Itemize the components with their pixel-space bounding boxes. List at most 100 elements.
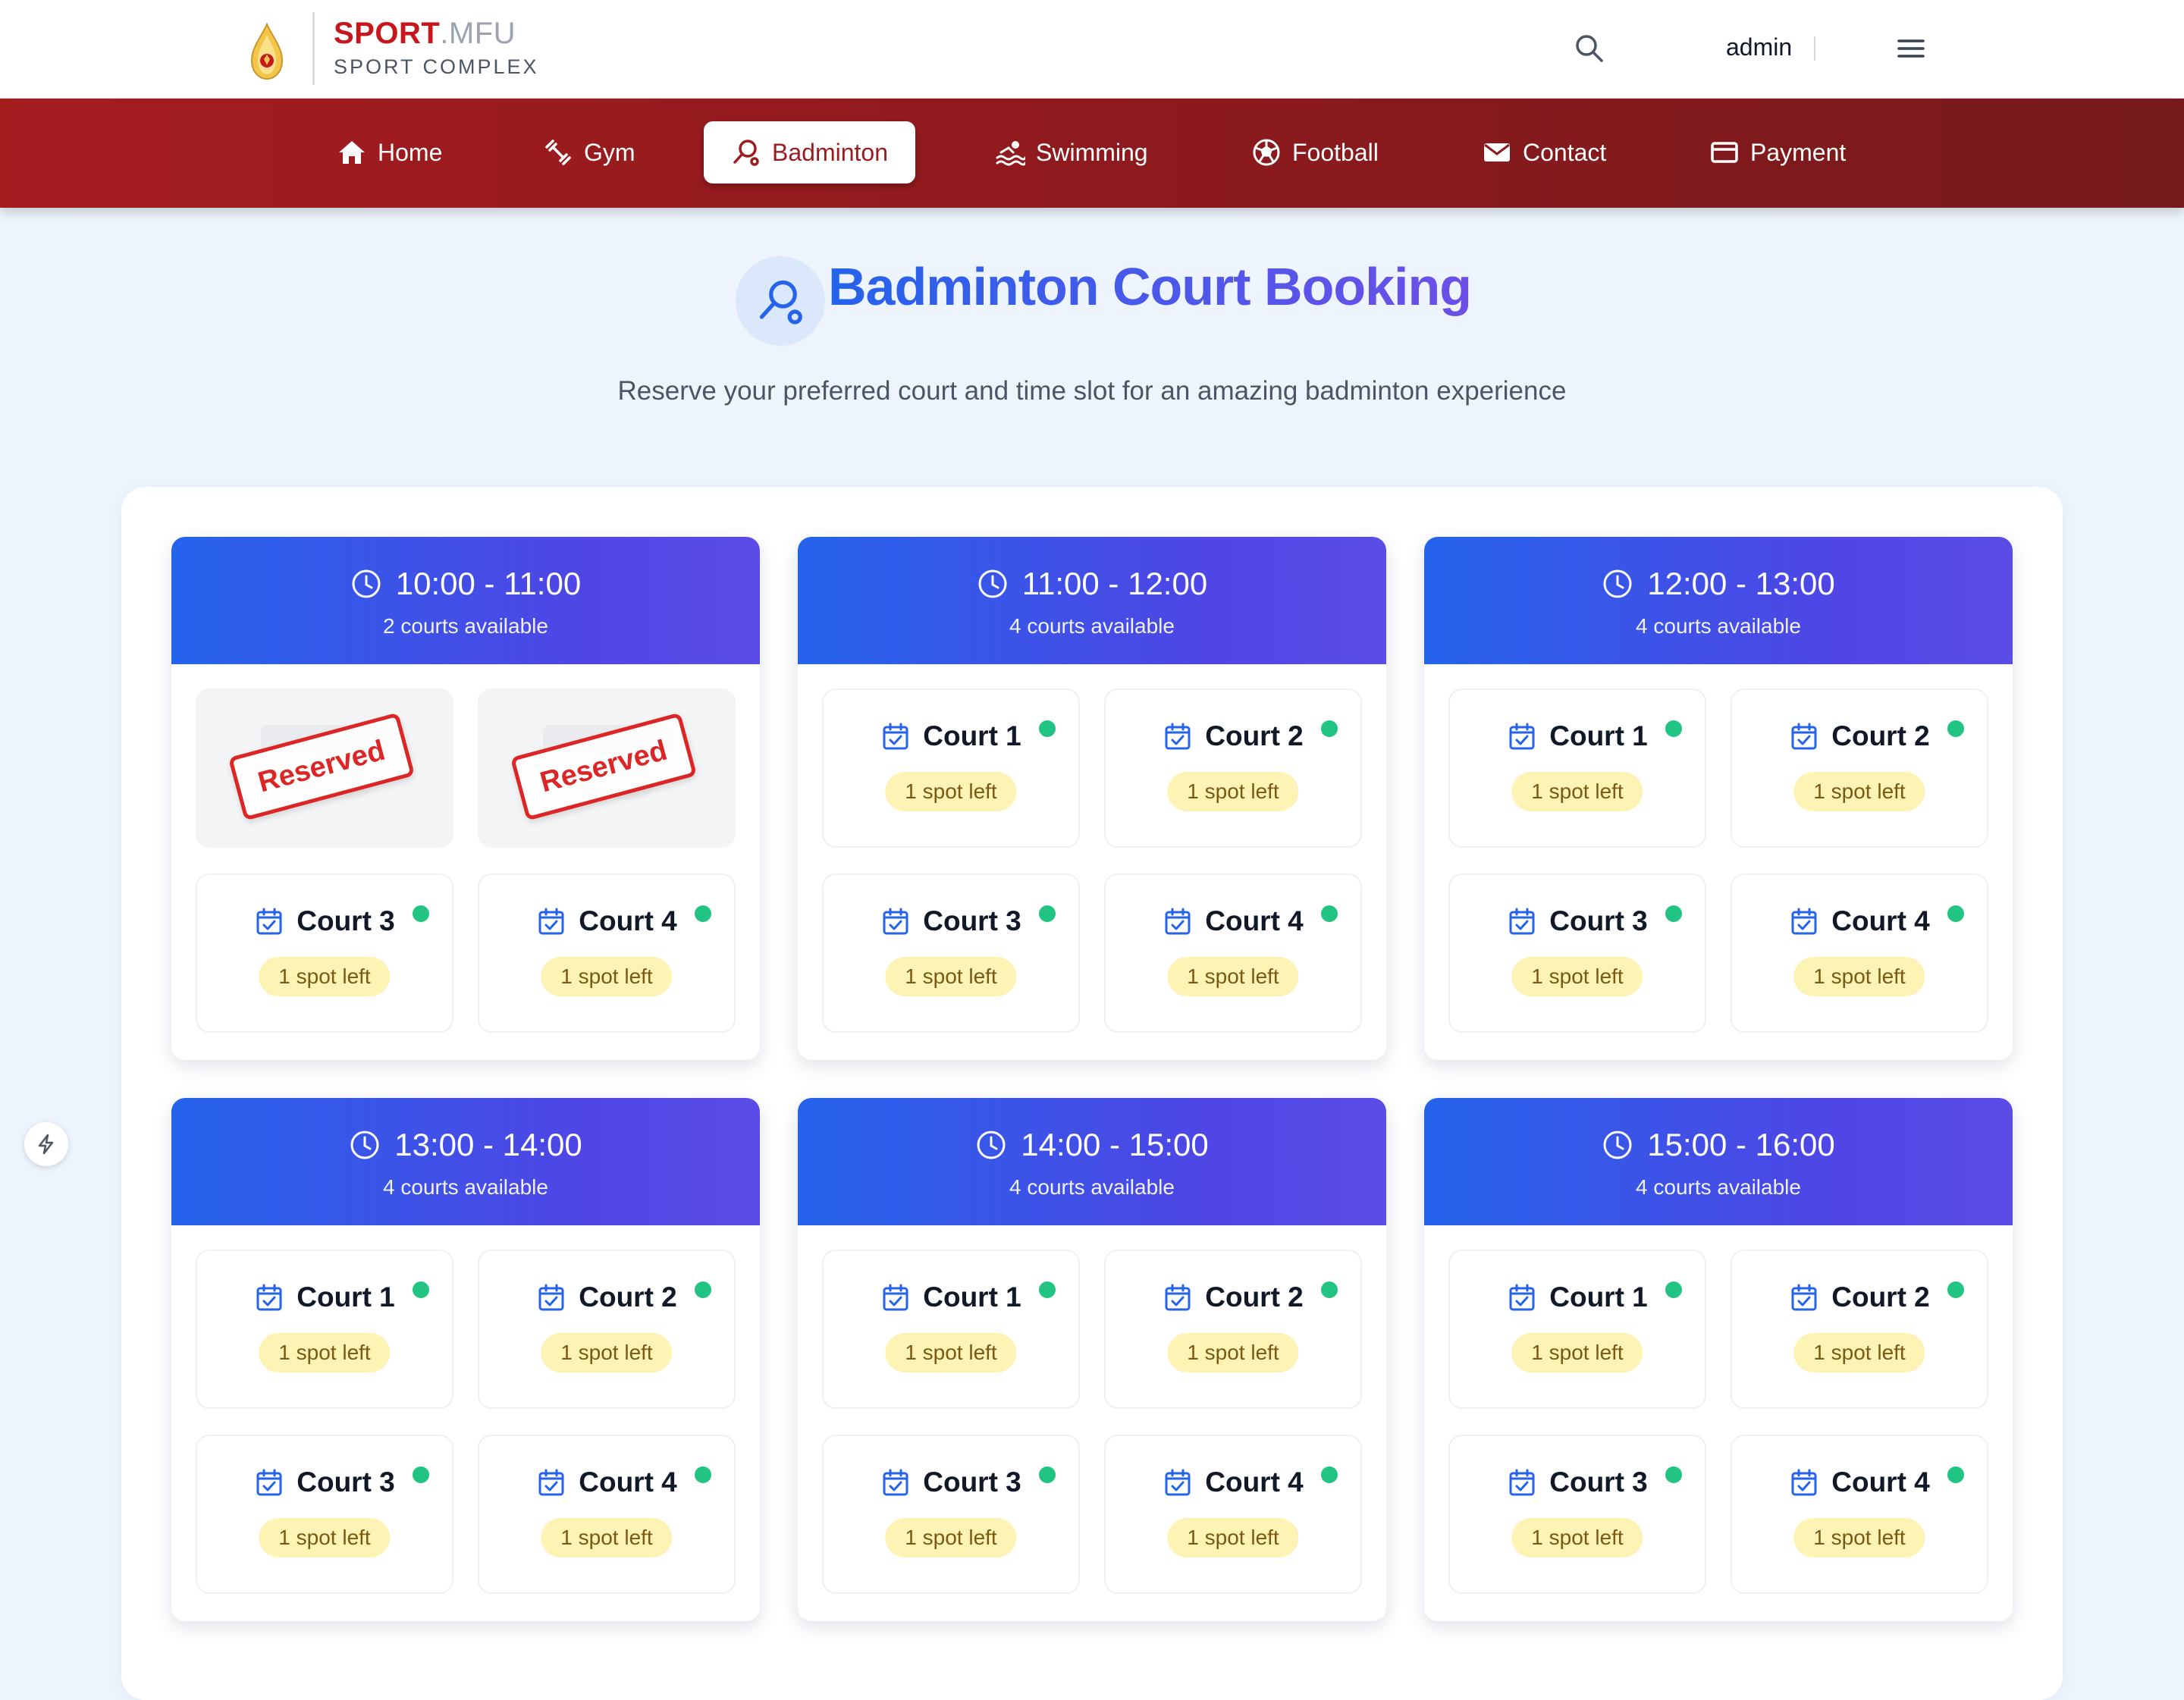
availability-dot	[413, 1466, 429, 1483]
availability-dot	[1665, 720, 1682, 737]
court-tile[interactable]: Court 3 1 spot left	[1448, 874, 1706, 1033]
court-tile[interactable]: Court 1 1 spot left	[1448, 688, 1706, 848]
home-icon	[339, 141, 365, 164]
time-slot-card: 15:00 - 16:00 4 courts available Court 1 1 …	[1424, 1098, 2013, 1621]
university-emblem-icon[interactable]	[246, 21, 288, 82]
court-tile[interactable]: Court 1 1 spot left	[822, 688, 1080, 848]
court-tile[interactable]: Court 3 1 spot left	[822, 1435, 1080, 1594]
calendar-check-icon	[256, 1284, 282, 1311]
spots-left-badge: 1 spot left	[259, 957, 391, 996]
nav-badminton-label: Badminton	[772, 138, 888, 166]
availability-dot	[1947, 720, 1964, 737]
spots-left-badge: 1 spot left	[1167, 1333, 1299, 1372]
courts-available-count: 4 courts available	[1009, 1175, 1175, 1199]
court-tile[interactable]: Court 4 1 spot left	[1731, 874, 1988, 1033]
court-name: Court 4	[579, 905, 677, 936]
clock-icon	[1603, 1131, 1632, 1159]
time-slot-card: 13:00 - 14:00 4 courts available Court 1 1 …	[171, 1098, 760, 1621]
court-name: Court 3	[1549, 905, 1648, 936]
availability-dot	[1039, 1466, 1056, 1483]
brand[interactable]: SPORT.MFU SPORT COMPLEX	[334, 17, 539, 79]
clock-icon	[1603, 569, 1632, 598]
spots-left-badge: 1 spot left	[885, 957, 1017, 996]
court-tile[interactable]: Court 1 1 spot left	[822, 1250, 1080, 1409]
search-icon[interactable]	[1571, 30, 1608, 67]
court-grid: Court 11 spot left Court 21 spot left Cour…	[798, 1225, 1386, 1621]
court-grid: Court 11 spot left Court 21 spot left Cour…	[798, 664, 1386, 1060]
court-name: Court 2	[1831, 720, 1930, 751]
nav-payment[interactable]: Payment	[1682, 121, 1873, 183]
nav-swimming-label: Swimming	[1036, 138, 1148, 166]
main-navigation: Home Gym Badminton Swimming Football Con…	[0, 99, 2184, 208]
nav-payment-label: Payment	[1750, 138, 1847, 166]
court-tile[interactable]: Court 1 1 spot left	[1448, 1250, 1706, 1409]
nav-home-label: Home	[378, 138, 443, 166]
availability-dot	[695, 1466, 711, 1483]
availability-dot	[413, 905, 429, 922]
court-tile[interactable]: Court 3 1 spot left	[822, 874, 1080, 1033]
time-slot-card: 14:00 - 15:00 4 courts available Court 1 1 …	[798, 1098, 1386, 1621]
court-name: Court 2	[1205, 720, 1304, 751]
court-tile[interactable]: Court 2 1 spot left	[478, 1250, 736, 1409]
court-tile[interactable]: Court 1 1 spot left	[196, 1250, 453, 1409]
court-tile[interactable]: Court 2 1 spot left	[1104, 688, 1362, 848]
nav-football[interactable]: Football	[1224, 121, 1406, 183]
spots-left-badge: 1 spot left	[1793, 772, 1925, 811]
spots-left-badge: 1 spot left	[1793, 1333, 1925, 1372]
spots-left-badge: 1 spot left	[259, 1333, 391, 1372]
spots-left-badge: 1 spot left	[1511, 1518, 1643, 1557]
nav-home[interactable]: Home	[309, 121, 469, 183]
time-slot-time: 14:00 - 15:00	[798, 1127, 1386, 1163]
spots-left-badge: 1 spot left	[885, 1333, 1017, 1372]
calendar-check-icon	[1791, 1469, 1817, 1496]
time-slot-time: 12:00 - 13:00	[1424, 566, 2013, 602]
court-grid: Court 11 spot left Court 21 spot left Cour…	[1424, 664, 2013, 1060]
court-name: Court 2	[1831, 1281, 1930, 1313]
hamburger-menu-icon[interactable]	[1893, 33, 1929, 64]
court-name: Court 4	[579, 1466, 677, 1498]
court-tile[interactable]: Court 4 1 spot left	[1731, 1435, 1988, 1594]
court-tile[interactable]: Court 4 1 spot left	[1104, 1435, 1362, 1594]
spots-left-badge: 1 spot left	[885, 772, 1017, 811]
calendar-check-icon	[1791, 1284, 1817, 1311]
spots-left-badge: 1 spot left	[1167, 1518, 1299, 1557]
court-tile[interactable]: Court 3 1 spot left	[196, 1435, 453, 1594]
court-tile[interactable]: Court 2 1 spot left	[1731, 688, 1988, 848]
court-grid: Court 11 spot left Court 21 spot left Cour…	[171, 1225, 760, 1621]
availability-dot	[1321, 720, 1338, 737]
availability-dot	[1947, 905, 1964, 922]
calendar-check-icon	[1165, 1284, 1191, 1311]
court-tile[interactable]: Court 2 1 spot left	[1104, 1250, 1362, 1409]
time-slot-time: 11:00 - 12:00	[798, 566, 1386, 602]
availability-dot	[1665, 905, 1682, 922]
availability-dot	[695, 905, 711, 922]
court-tile[interactable]: Court 3 1 spot left	[1448, 1435, 1706, 1594]
calendar-check-icon	[538, 1284, 564, 1311]
time-slot-time: 10:00 - 11:00	[171, 566, 760, 602]
availability-dot	[1039, 1281, 1056, 1298]
availability-dot	[1321, 905, 1338, 922]
clock-icon	[352, 569, 381, 598]
nav-gym[interactable]: Gym	[516, 121, 663, 183]
calendar-check-icon	[1509, 908, 1535, 935]
court-grid: Court 11 spot left Court 21 spot left Cour…	[1424, 1225, 2013, 1621]
time-slot-card: 12:00 - 13:00 4 courts available Court 1 1 …	[1424, 537, 2013, 1060]
nav-badminton[interactable]: Badminton	[704, 121, 915, 183]
spots-left-badge: 1 spot left	[1167, 772, 1299, 811]
availability-dot	[1321, 1281, 1338, 1298]
court-tile[interactable]: Court 2 1 spot left	[1731, 1250, 1988, 1409]
nav-contact[interactable]: Contact	[1454, 121, 1633, 183]
page-subtitle: Reserve your preferred court and time sl…	[617, 376, 1567, 406]
court-tile-reserved: Reserved	[478, 688, 736, 848]
racket-icon	[759, 280, 802, 325]
quick-action-button[interactable]	[24, 1122, 68, 1166]
court-tile[interactable]: Court 3 1 spot left	[196, 874, 453, 1033]
user-name-link[interactable]: admin	[1726, 33, 1792, 61]
court-tile[interactable]: Court 4 1 spot left	[1104, 874, 1362, 1033]
nav-swimming[interactable]: Swimming	[968, 121, 1175, 183]
court-tile[interactable]: Court 4 1 spot left	[478, 1435, 736, 1594]
court-tile[interactable]: Court 4 1 spot left	[478, 874, 736, 1033]
courts-available-count: 4 courts available	[1636, 614, 1801, 638]
spots-left-badge: 1 spot left	[541, 1333, 673, 1372]
calendar-check-icon	[883, 1469, 908, 1496]
